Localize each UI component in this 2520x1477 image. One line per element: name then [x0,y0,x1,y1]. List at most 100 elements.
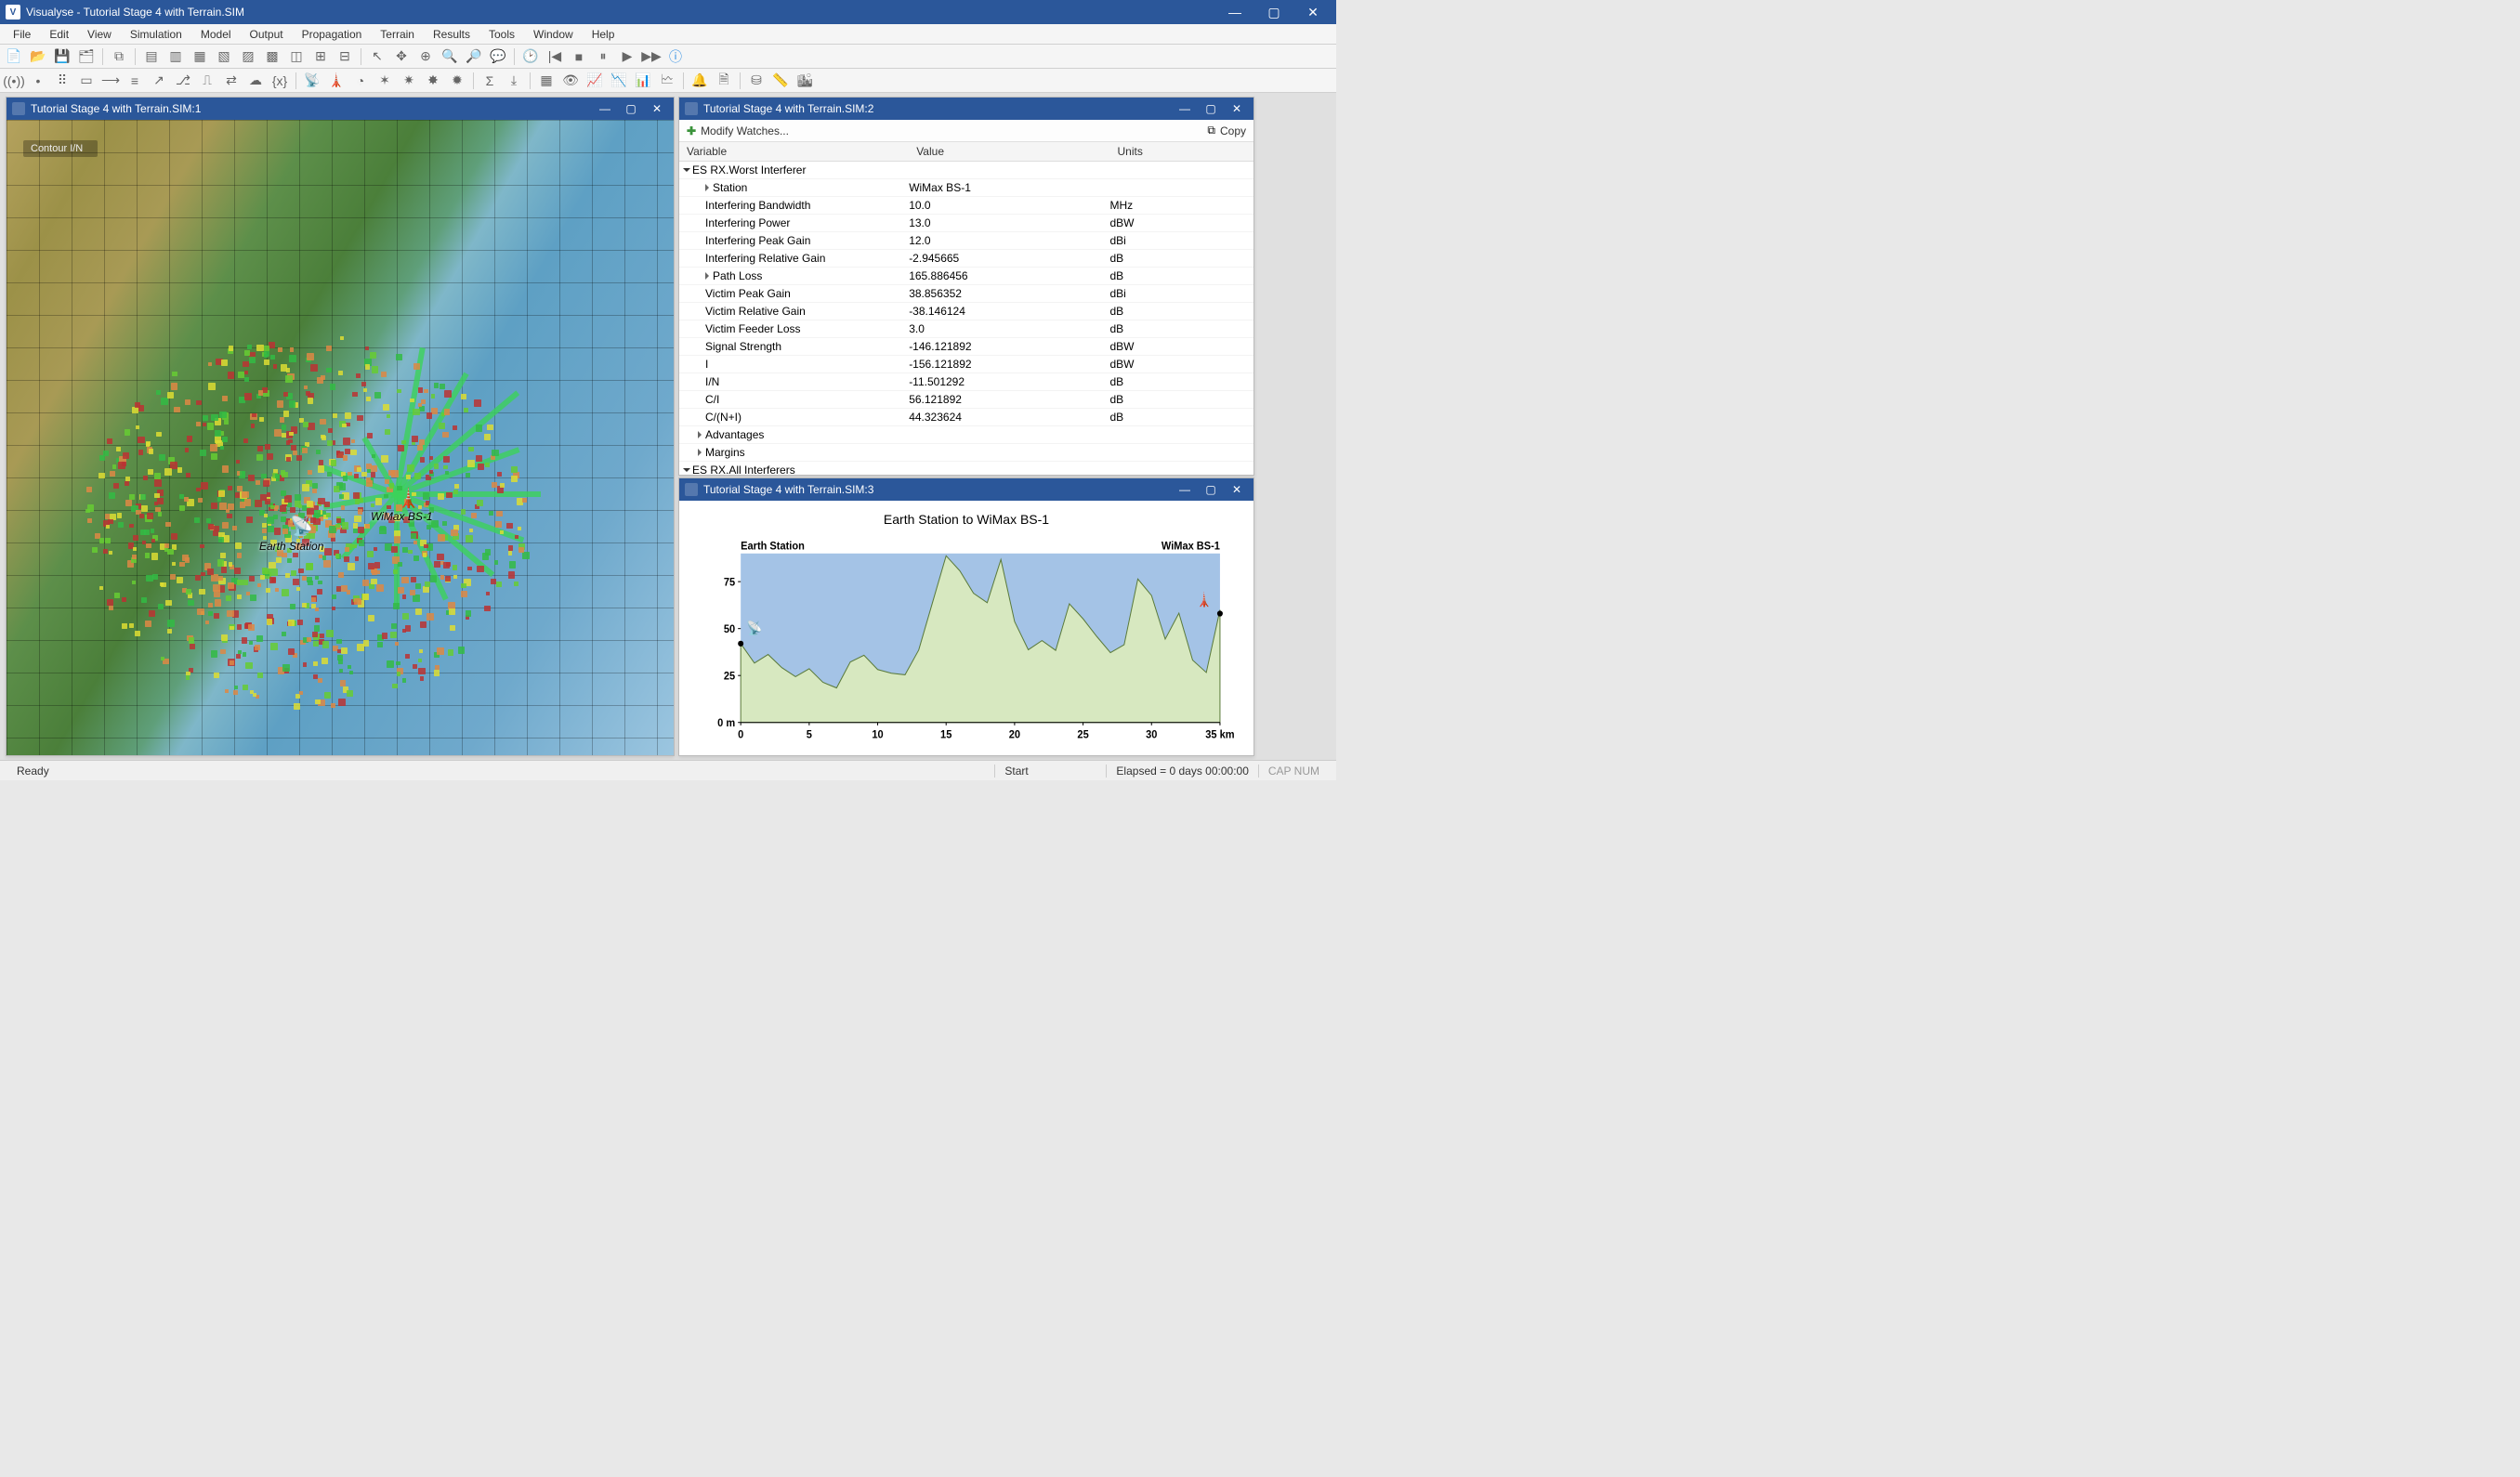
menu-terrain[interactable]: Terrain [371,26,424,43]
minimize-button[interactable]: — [1215,5,1254,20]
maximize-button[interactable]: ▢ [1254,5,1293,20]
table-row[interactable]: Interfering Relative Gain-2.945665dB [679,250,1253,268]
equal-icon[interactable]: ≡ [125,71,145,91]
menu-simulation[interactable]: Simulation [121,26,191,43]
branch-icon[interactable]: ⎇ [173,71,193,91]
play-icon[interactable]: ▶ [617,46,637,67]
city-icon[interactable]: 🏙 [794,71,815,91]
menu-file[interactable]: File [4,26,40,43]
watch-icon[interactable]: 👁 [560,71,581,91]
table-row[interactable]: Interfering Power13.0dBW [679,215,1253,232]
table-row[interactable]: Signal Strength-146.121892dBW [679,338,1253,356]
map-close-button[interactable]: ✕ [644,102,670,115]
table-row[interactable]: Margins [679,444,1253,462]
select-icon[interactable]: ✥ [391,46,412,67]
net4-icon[interactable]: ✹ [447,71,467,91]
menu-results[interactable]: Results [424,26,479,43]
formula-icon[interactable]: {x} [269,71,290,91]
wimax-bs-icon[interactable]: 🗼 [397,487,420,510]
link-icon[interactable]: ⟶ [100,71,121,91]
layout8-icon[interactable]: ⊞ [310,46,331,67]
save-icon[interactable]: 💾 [52,46,72,67]
new-file-icon[interactable]: 📄 [4,46,24,67]
copy-button[interactable]: Copy [1220,124,1246,137]
comment-icon[interactable]: 💬 [488,46,508,67]
db-icon[interactable]: ⛁ [746,71,767,91]
net2-icon[interactable]: ✷ [399,71,419,91]
cloud-icon[interactable]: ☁ [245,71,266,91]
net3-icon[interactable]: ✸ [423,71,443,91]
table-row[interactable]: C/(N+I)44.323624dB [679,409,1253,426]
chart3-icon[interactable]: 📊 [633,71,653,91]
profile-window-titlebar[interactable]: Tutorial Stage 4 with Terrain.SIM:3 — ▢ … [679,478,1253,501]
menu-view[interactable]: View [78,26,121,43]
chart2-icon[interactable]: 📉 [609,71,629,91]
menu-output[interactable]: Output [241,26,293,43]
save-all-icon[interactable]: 🗂 [76,46,97,67]
menu-model[interactable]: Model [191,26,241,43]
net1-icon[interactable]: ✶ [374,71,395,91]
chart4-icon[interactable]: 🗠 [657,71,677,91]
menu-help[interactable]: Help [583,26,624,43]
layout-icon[interactable]: ▤ [141,46,162,67]
map-max-button[interactable]: ▢ [618,102,644,115]
doc-icon[interactable]: 🗎 [714,71,734,91]
watch-max-button[interactable]: ▢ [1198,102,1224,115]
table-row[interactable]: StationWiMax BS-1 [679,179,1253,197]
ruler-icon[interactable]: 📏 [770,71,791,91]
sigma-icon[interactable]: Σ [479,71,500,91]
copy-icon[interactable]: ⧉ [109,46,129,67]
skip-back-icon[interactable]: |◀ [545,46,565,67]
watch-close-button[interactable]: ✕ [1224,102,1250,115]
table-icon[interactable]: ▦ [536,71,557,91]
rect-icon[interactable]: ▭ [76,71,97,91]
modify-watches-button[interactable]: Modify Watches... [701,124,789,137]
grid-dots-icon[interactable]: ⠿ [52,71,72,91]
layout3-icon[interactable]: ▦ [190,46,210,67]
table-row[interactable]: I/N-11.501292dB [679,373,1253,391]
watch-window-titlebar[interactable]: Tutorial Stage 4 with Terrain.SIM:2 — ▢ … [679,98,1253,120]
antenna-icon[interactable]: ((•)) [4,71,24,91]
pointer-icon[interactable]: ↖ [367,46,387,67]
layout9-icon[interactable]: ⊟ [335,46,355,67]
zoom-out-icon[interactable]: 🔎 [464,46,484,67]
table-row[interactable]: I-156.121892dBW [679,356,1253,373]
map-min-button[interactable]: — [592,102,618,115]
table-row[interactable]: Interfering Peak Gain12.0dBi [679,232,1253,250]
zoom-in-icon[interactable]: 🔍 [440,46,460,67]
dot-icon[interactable]: • [28,71,48,91]
table-row[interactable]: Victim Feeder Loss3.0dB [679,320,1253,338]
menu-window[interactable]: Window [524,26,583,43]
layout7-icon[interactable]: ◫ [286,46,307,67]
menu-propagation[interactable]: Propagation [293,26,372,43]
share-icon[interactable]: ⇄ [221,71,242,91]
fast-forward-icon[interactable]: ▶▶ [641,46,662,67]
dish-icon[interactable]: ◔ [350,71,371,91]
table-row[interactable]: Victim Peak Gain38.856352dBi [679,285,1253,303]
col-value[interactable]: Value [909,142,1109,162]
open-file-icon[interactable]: 📂 [28,46,48,67]
map-canvas[interactable]: Contour I/N [7,120,674,755]
pan-icon[interactable]: ⊕ [415,46,436,67]
export-icon[interactable]: ⤓ [504,71,524,91]
info-icon[interactable]: ⓘ [665,46,686,67]
table-row[interactable]: Path Loss165.886456dB [679,268,1253,285]
arrow-icon[interactable]: ↗ [149,71,169,91]
chart1-icon[interactable]: 📈 [584,71,605,91]
watch-min-button[interactable]: — [1172,102,1198,115]
profile-min-button[interactable]: — [1172,483,1198,496]
stop-icon[interactable]: ■ [569,46,589,67]
clock-icon[interactable]: 🕑 [520,46,541,67]
col-units[interactable]: Units [1109,142,1253,162]
profile-max-button[interactable]: ▢ [1198,483,1224,496]
layout5-icon[interactable]: ▨ [238,46,258,67]
table-row[interactable]: Victim Relative Gain-38.146124dB [679,303,1253,320]
earth-station-icon[interactable]: 📡 [290,515,313,538]
menu-tools[interactable]: Tools [479,26,524,43]
layout6-icon[interactable]: ▩ [262,46,282,67]
bell-icon[interactable]: 🔔 [689,71,710,91]
layout4-icon[interactable]: ▧ [214,46,234,67]
menu-edit[interactable]: Edit [40,26,78,43]
profile-close-button[interactable]: ✕ [1224,483,1250,496]
layout2-icon[interactable]: ▥ [165,46,186,67]
